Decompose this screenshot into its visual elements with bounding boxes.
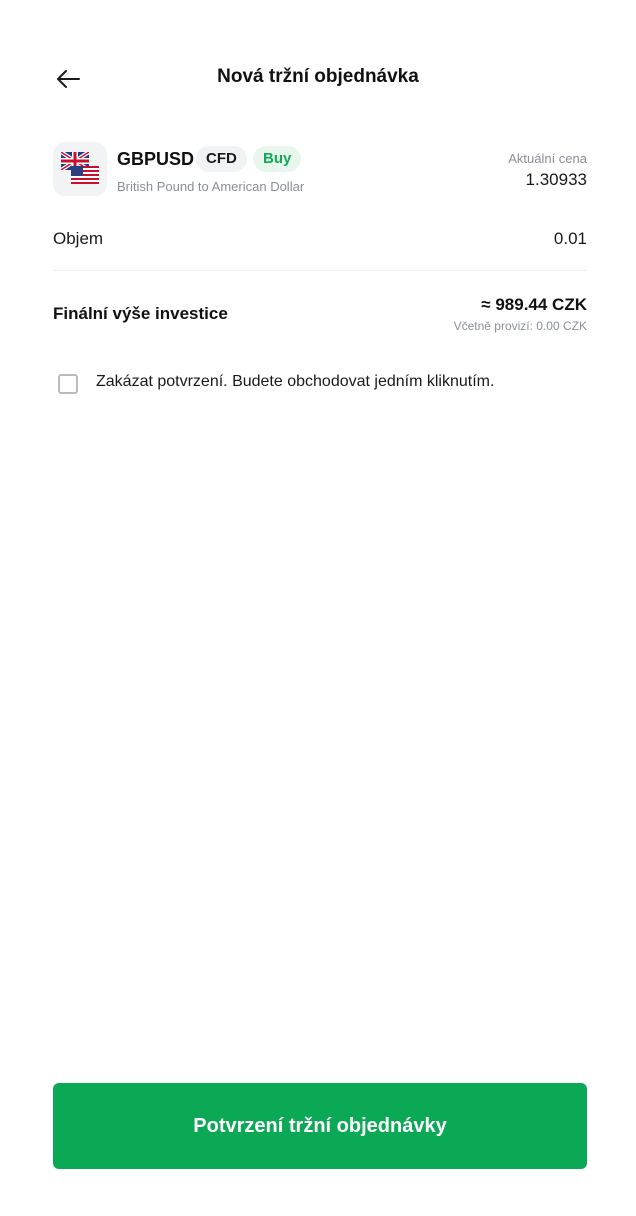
buy-badge: Buy: [253, 146, 302, 172]
disable-confirmation-label: Zakázat potvrzení. Budete obchodovat jed…: [96, 373, 495, 390]
final-investment-row: Finální výše investice ≈ 989.44 CZK Včet…: [53, 292, 587, 342]
confirm-order-button[interactable]: Potvrzení tržní objednávky: [53, 1083, 587, 1169]
instrument-name: British Pound to American Dollar: [117, 179, 305, 194]
current-price-label: Aktuální cena: [508, 151, 587, 166]
currency-pair-flags: [53, 142, 107, 196]
volume-value: 0.01: [553, 229, 587, 248]
cfd-badge: CFD: [196, 146, 247, 172]
header: Nová tržní objednávka: [0, 52, 636, 106]
commission-note: Včetně provizí: 0.00 CZK: [453, 319, 587, 333]
disable-confirmation-row[interactable]: Zakázat potvrzení. Budete obchodovat jed…: [58, 370, 588, 400]
us-flag-icon: [71, 166, 99, 184]
page-title: Nová tržní objednávka: [217, 66, 419, 87]
instrument-symbol: GBPUSD: [117, 149, 195, 169]
volume-row: Objem 0.01: [53, 222, 587, 271]
final-investment-value: ≈ 989.44 CZK: [481, 295, 587, 314]
instrument-summary: GBPUSD CFD Buy British Pound to American…: [53, 142, 587, 198]
final-investment-label: Finální výše investice: [53, 304, 228, 323]
volume-label: Objem: [53, 229, 104, 248]
current-price-value: 1.30933: [525, 170, 587, 189]
disable-confirmation-checkbox[interactable]: [58, 374, 78, 394]
